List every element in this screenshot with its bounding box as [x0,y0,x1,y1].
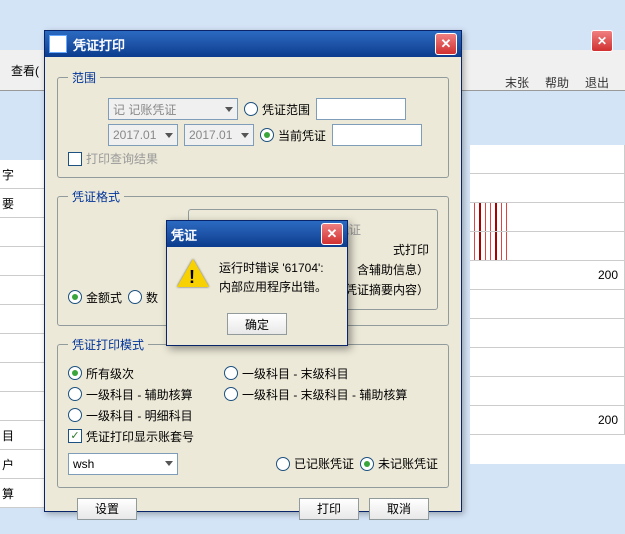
count-radio[interactable]: 数 [128,289,158,306]
dialog-title: 凭证打印 [73,35,125,54]
print-query-label: 打印查询结果 [86,150,158,167]
dialog-icon [49,35,67,53]
bg-toolbar-right: 末张 帮助 退出 [499,70,615,95]
error-ok-button[interactable]: 确定 [227,313,287,335]
dialog-titlebar: 凭证打印 ✕ [45,31,461,57]
voucher-type-combo[interactable]: 记 记账凭证 [108,98,238,120]
warning-icon [177,259,209,291]
mode-l1-last-aux-label: 一级科目 - 末级科目 - 辅助核算 [242,386,407,403]
print-button[interactable]: 打印 [299,498,359,520]
date-from-value: 2017.01 [113,128,156,142]
amount-radio[interactable]: 金额式 [68,289,122,306]
summary-label: 凭证摘要内容） [345,281,429,298]
unposted-label: 未记账凭证 [378,455,438,472]
mode-l1-last[interactable]: 一级科目 - 末级科目 [224,365,349,382]
date-to-value: 2017.01 [189,128,232,142]
bg-left-empty [0,247,46,276]
mode-all-level[interactable]: 所有级次 [68,365,218,382]
user-value: wsh [73,457,94,471]
amount-label: 金额式 [86,289,122,306]
print-query-check[interactable]: 打印查询结果 [68,150,158,167]
bg-help[interactable]: 帮助 [539,70,575,95]
mode-group: 凭证打印模式 所有级次 一级科目 - 末级科目 一级科目 - 辅助核算 一级科目… [57,336,449,488]
mode-l1-last-label: 一级科目 - 末级科目 [242,365,349,382]
bg-last[interactable]: 末张 [499,70,535,95]
scope-range-label: 凭证范围 [262,101,310,118]
scope-group: 范围 记 记账凭证 凭证范围 2017.01 2017.01 [57,69,449,178]
bg-grid-val: 200 [470,261,625,289]
bg-left-hu: 户 [0,450,46,479]
error-dialog: 凭证 ✕ 运行时错误 '61704': 内部应用程序出错。 确定 [166,220,348,346]
count-label: 数 [146,289,158,306]
current-input[interactable] [332,124,422,146]
bg-left-yao: 要 [0,189,46,218]
mode-l1-aux[interactable]: 一级科目 - 辅助核算 [68,386,218,403]
bg-left-empty [0,276,46,305]
bg-left-empty [0,363,46,392]
mode-l1-aux-label: 一级科目 - 辅助核算 [86,386,193,403]
bg-window-close-icon[interactable]: ✕ [591,30,613,52]
scope-range-radio[interactable]: 凭证范围 [244,101,310,118]
unposted-radio[interactable]: 未记账凭证 [360,455,438,472]
error-titlebar: 凭证 ✕ [167,221,347,247]
bg-left-suan: 算 [0,479,46,508]
mode-l1-last-aux[interactable]: 一级科目 - 末级科目 - 辅助核算 [224,386,407,403]
posted-radio[interactable]: 已记账凭证 [276,455,354,472]
scope-legend: 范围 [68,69,100,86]
error-text: 运行时错误 '61704': 内部应用程序出错。 [219,259,327,297]
error-line2: 内部应用程序出错。 [219,278,327,297]
bg-view: 查看( [5,58,45,83]
voucher-type-value: 记 记账凭证 [113,101,176,118]
close-icon[interactable]: ✕ [435,33,457,55]
chevron-down-icon [225,107,233,112]
style-print-label: 式打印 [393,241,429,258]
user-combo[interactable]: wsh [68,453,178,475]
bg-left-panel: 字 要 目 户 算 [0,160,46,508]
date-to-combo[interactable]: 2017.01 [184,124,254,146]
date-from-combo[interactable]: 2017.01 [108,124,178,146]
scope-current-radio[interactable]: 当前凭证 [260,127,326,144]
error-close-icon[interactable]: ✕ [321,223,343,245]
cancel-button[interactable]: 取消 [369,498,429,520]
format-legend: 凭证格式 [68,188,124,205]
bg-left-mu: 目 [0,421,46,450]
scope-current-label: 当前凭证 [278,127,326,144]
settings-button[interactable]: 设置 [77,498,137,520]
bg-left-zi: 字 [0,160,46,189]
show-set-label: 凭证打印显示账套号 [86,428,194,445]
error-line1: 运行时错误 '61704': [219,259,327,278]
posted-label: 已记账凭证 [294,455,354,472]
chevron-down-icon [241,133,249,138]
mode-l1-detail[interactable]: 一级科目 - 明细科目 [68,407,193,424]
bg-left-empty [0,218,46,247]
show-set-check[interactable]: ✓ 凭证打印显示账套号 [68,428,194,445]
mode-all-label: 所有级次 [86,365,134,382]
bg-grid-val: 200 [470,406,625,434]
range-input[interactable] [316,98,406,120]
aux-info-label: 含辅助信息） [357,261,429,278]
bg-exit[interactable]: 退出 [579,70,615,95]
mode-legend: 凭证打印模式 [68,336,148,353]
mode-l1-detail-label: 一级科目 - 明细科目 [86,407,193,424]
error-title: 凭证 [171,225,197,244]
bg-left-empty [0,392,46,421]
chevron-down-icon [165,133,173,138]
chevron-down-icon [165,461,173,466]
bg-grid: 200 200 [470,145,625,464]
bg-left-empty [0,305,46,334]
bg-left-empty [0,334,46,363]
